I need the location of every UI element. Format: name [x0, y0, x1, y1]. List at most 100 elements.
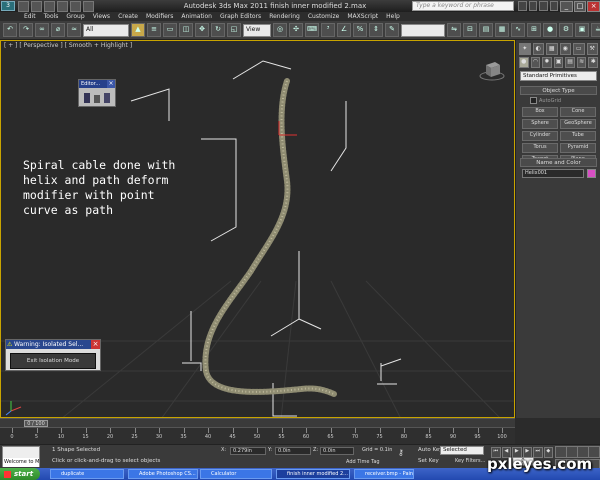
space-warps-icon[interactable]: ≋ — [576, 57, 587, 68]
perspective-viewport[interactable]: [ + ] [ Perspective ] [ Smooth + Highlig… — [0, 40, 515, 418]
menu-maxscript[interactable]: MAXScript — [343, 12, 382, 21]
autogrid-check-icon[interactable] — [530, 97, 537, 104]
edit-named-selection-icon[interactable]: ✎ — [385, 23, 399, 37]
viewport-label-menu[interactable]: [ + ] [ Perspective ] [ Smooth + Highlig… — [4, 42, 132, 49]
primitive-box-button[interactable]: Box — [522, 107, 558, 117]
primitive-sphere-button[interactable]: Sphere — [522, 119, 558, 129]
menu-animation[interactable]: Animation — [177, 12, 216, 21]
z-coordinate-field[interactable]: 0.0in — [320, 447, 354, 455]
menu-customize[interactable]: Customize — [304, 12, 344, 21]
mirror-icon[interactable]: ⇋ — [447, 23, 461, 37]
keyboard-shortcut-icon[interactable]: ⌨ — [305, 23, 319, 37]
rect-selection-icon[interactable]: ▭ — [163, 23, 177, 37]
graphite-ribbon-icon[interactable]: ▦ — [495, 23, 509, 37]
menu-group[interactable]: Group — [62, 12, 88, 21]
auto-key-button[interactable]: Auto Key — [418, 447, 443, 453]
close-button[interactable]: × — [587, 1, 600, 12]
time-slider[interactable]: 0 / 100 — [0, 418, 515, 427]
layer-manager-icon[interactable]: ▤ — [479, 23, 493, 37]
move-icon[interactable]: ✥ — [195, 23, 209, 37]
new-file-icon[interactable] — [18, 1, 29, 12]
menu-views[interactable]: Views — [89, 12, 114, 21]
search-input[interactable]: Type a keyword or phrase — [412, 1, 514, 11]
modify-tab-icon[interactable]: ◐ — [532, 43, 544, 55]
create-tab-icon[interactable]: ✦ — [519, 43, 531, 55]
floating-editor-panel[interactable]: Editor... × — [78, 79, 116, 107]
select-by-name-icon[interactable]: ≡ — [147, 23, 161, 37]
rendered-frame-icon[interactable]: ▣ — [575, 23, 589, 37]
primitive-category-dropdown[interactable]: Standard Primitives — [520, 71, 597, 81]
exit-isolation-mode-button[interactable]: Exit Isolation Mode — [10, 353, 96, 369]
taskbar-item[interactable]: Adobe Photoshop CS... — [128, 469, 198, 479]
redo-icon[interactable] — [70, 1, 81, 12]
viewcube-icon[interactable] — [479, 59, 505, 81]
add-time-tag-button[interactable]: Add Time Tag — [346, 458, 392, 466]
redo-icon[interactable]: ↷ — [19, 23, 33, 37]
object-name-field[interactable]: Helix001 — [522, 169, 584, 178]
render-production-icon[interactable]: ☕ — [591, 23, 600, 37]
rotate-icon[interactable]: ↻ — [211, 23, 225, 37]
key-icon[interactable]: ⚷ — [398, 449, 412, 457]
schematic-view-icon[interactable]: ⊞ — [527, 23, 541, 37]
primitive-tube-button[interactable]: Tube — [560, 131, 596, 141]
y-coordinate-field[interactable]: 0.0in — [275, 447, 311, 455]
angle-snap-icon[interactable]: ∠ — [337, 23, 351, 37]
open-file-icon[interactable] — [31, 1, 42, 12]
taskbar-item[interactable]: receiver.bmp - Paint — [354, 469, 414, 479]
warning-close-button[interactable]: × — [91, 340, 100, 349]
set-key-button[interactable]: Set Key — [418, 458, 440, 464]
menu-help[interactable]: Help — [382, 12, 404, 21]
primitive-cylinder-button[interactable]: Cylinder — [522, 131, 558, 141]
undo-icon[interactable]: ↶ — [3, 23, 17, 37]
primitive-cone-button[interactable]: Cone — [560, 107, 596, 117]
object-color-swatch[interactable] — [587, 169, 596, 178]
app-logo-icon[interactable]: 3 — [1, 1, 15, 11]
bind-space-warp-icon[interactable]: ≈ — [67, 23, 81, 37]
utilities-tab-icon[interactable]: ⚒ — [586, 43, 598, 55]
material-editor-icon[interactable]: ● — [543, 23, 557, 37]
window-crossing-icon[interactable]: ◫ — [179, 23, 193, 37]
hierarchy-tools-icon[interactable] — [82, 91, 112, 105]
menu-tools[interactable]: Tools — [40, 12, 63, 21]
systems-icon[interactable]: ✱ — [588, 57, 599, 68]
save-file-icon[interactable] — [44, 1, 55, 12]
menu-modifiers[interactable]: Modifiers — [142, 12, 177, 21]
percent-snap-icon[interactable]: % — [353, 23, 367, 37]
name-and-color-rollout-header[interactable]: Name and Color — [520, 158, 597, 167]
curve-editor-icon[interactable]: ∿ — [511, 23, 525, 37]
key-filters-button[interactable]: Key Filters... — [455, 457, 487, 466]
taskbar-item[interactable]: finish inner modified 2... — [276, 469, 350, 479]
named-selection-dropdown[interactable] — [401, 23, 445, 37]
link-icon[interactable]: ∞ — [35, 23, 49, 37]
primitive-torus-button[interactable]: Torus — [522, 143, 558, 153]
undo-icon[interactable] — [57, 1, 68, 12]
menu-graph-editors[interactable]: Graph Editors — [216, 12, 265, 21]
object-type-rollout-header[interactable]: Object Type — [520, 86, 597, 95]
trackbar[interactable]: 0 5 10 15 20 25 30 35 40 45 50 55 60 65 70 75 80 85 90 95 10… — [0, 427, 515, 444]
menu-rendering[interactable]: Rendering — [265, 12, 304, 21]
render-setup-icon[interactable]: ⚙ — [559, 23, 573, 37]
warning-dialog-title[interactable]: Warning: Isolated Sel... — [6, 340, 100, 349]
unlink-icon[interactable]: ⌀ — [51, 23, 65, 37]
snap-toggle-icon[interactable]: ³ — [321, 23, 335, 37]
pivot-center-icon[interactable]: ◎ — [273, 23, 287, 37]
floating-editor-close-icon[interactable]: × — [107, 80, 115, 88]
project-folder-icon[interactable] — [83, 1, 94, 12]
minimize-button[interactable]: _ — [560, 1, 573, 12]
shapes-icon[interactable]: ◠ — [530, 57, 541, 68]
select-manipulate-icon[interactable]: ✣ — [289, 23, 303, 37]
menu-edit[interactable]: Edit — [20, 12, 40, 21]
subscription-icon[interactable] — [528, 1, 537, 11]
maxscript-output-text[interactable]: Welcome to M — [3, 458, 39, 467]
taskbar-item[interactable]: Calculator — [200, 469, 272, 479]
reference-coordinate-dropdown[interactable]: View — [243, 23, 271, 37]
primitive-pyramid-button[interactable]: Pyramid — [560, 143, 596, 153]
auto-key-selection-dropdown[interactable]: Selected — [440, 446, 484, 455]
primitive-geosphere-button[interactable]: GeoSphere — [560, 119, 596, 129]
menu-create[interactable]: Create — [114, 12, 142, 21]
helpers-icon[interactable]: ▤ — [565, 57, 575, 68]
align-icon[interactable]: ⊟ — [463, 23, 477, 37]
lights-icon[interactable]: ✹ — [542, 57, 552, 68]
hierarchy-tab-icon[interactable]: ▦ — [546, 43, 558, 55]
maxscript-listener-mini[interactable]: Welcome to M — [2, 446, 40, 467]
